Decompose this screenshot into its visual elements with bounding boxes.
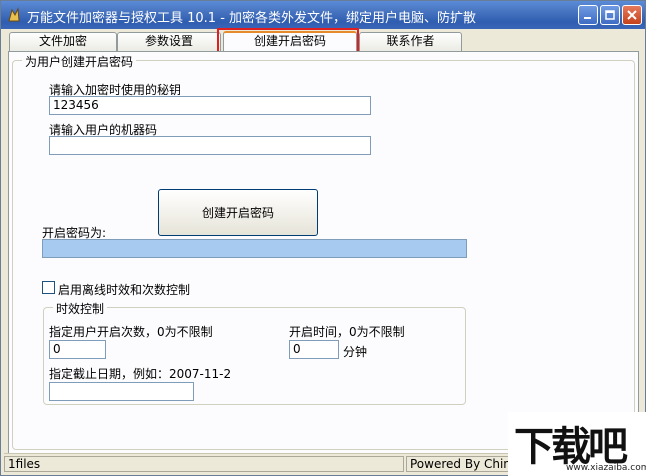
- offline-control-label: 启用离线时效和次数控制: [58, 283, 191, 297]
- tab-label: 参数设置: [144, 34, 193, 48]
- minimize-button[interactable]: [578, 5, 598, 25]
- result-password-field[interactable]: [42, 239, 467, 258]
- minimize-icon: [584, 17, 591, 19]
- open-time-label: 开启时间，0为不限制: [289, 325, 405, 339]
- maximize-icon: [605, 10, 615, 20]
- tab-label: 文件加密: [38, 34, 87, 48]
- tab-settings[interactable]: 参数设置: [117, 32, 221, 51]
- machine-code-input[interactable]: [49, 136, 371, 155]
- expiry-date-input[interactable]: [49, 382, 194, 401]
- tab-file-encrypt[interactable]: 文件加密: [9, 32, 117, 51]
- create-password-button-label: 创建开启密码: [201, 206, 274, 220]
- time-control-group-legend: 时效控制: [53, 300, 108, 317]
- secret-key-input[interactable]: 123456: [49, 96, 371, 115]
- close-button[interactable]: [622, 5, 642, 25]
- create-password-group-legend: 为用户创建开启密码: [22, 53, 137, 70]
- tab-contact-author[interactable]: 联系作者: [359, 32, 462, 51]
- app-window: 万能文件加密器与授权工具 10.1 - 加密各类外发文件，绑定用户电脑、防扩散 …: [0, 0, 646, 476]
- tab-panel: 为用户创建开启密码 请输入加密时使用的秘钥 123456 请输入用户的机器码 创…: [8, 51, 639, 454]
- open-count-label: 指定用户开启次数，0为不限制: [49, 325, 213, 339]
- status-powered-by: Powered By China: [406, 456, 510, 472]
- status-files: 1files: [4, 456, 404, 472]
- window-title: 万能文件加密器与授权工具 10.1 - 加密各类外发文件，绑定用户电脑、防扩散: [27, 11, 477, 26]
- open-time-unit: 分钟: [343, 345, 368, 359]
- offline-control-checkbox[interactable]: [42, 281, 55, 294]
- watermark-url: www.xiazaiba.com: [566, 463, 646, 473]
- create-password-button[interactable]: 创建开启密码: [158, 189, 318, 236]
- tab-label: 联系作者: [386, 34, 435, 48]
- title-bar[interactable]: 万能文件加密器与授权工具 10.1 - 加密各类外发文件，绑定用户电脑、防扩散: [1, 1, 645, 29]
- open-count-input[interactable]: 0: [49, 340, 106, 359]
- open-time-input[interactable]: 0: [289, 340, 339, 359]
- expiry-date-label: 指定截止日期，例如：2007-11-2: [49, 367, 232, 381]
- app-logo-icon: [8, 7, 20, 22]
- close-icon: [627, 10, 637, 20]
- maximize-button[interactable]: [600, 5, 620, 25]
- watermark-logo: 下载吧 www.xiazaiba.com: [508, 412, 646, 476]
- client-area: 文件加密 参数设置 创建开启密码 联系作者 为用户创建开启密码 请输入加密时使用…: [4, 28, 642, 474]
